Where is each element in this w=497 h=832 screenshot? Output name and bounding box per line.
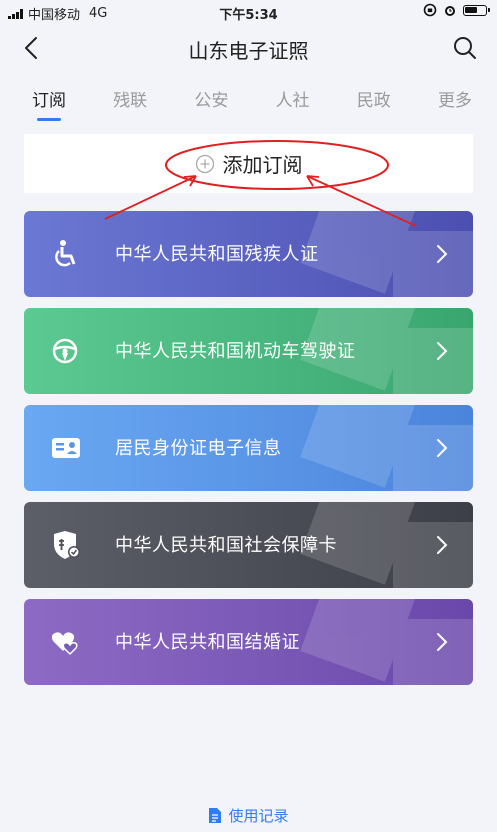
card-id-card[interactable]: 居民身份证电子信息 (24, 405, 473, 491)
steering-wheel-icon (52, 338, 78, 364)
card-label: 中华人民共和国结婚证 (115, 632, 300, 653)
card-disability-certificate[interactable]: 中华人民共和国残疾人证 (24, 211, 473, 297)
tab-public-security[interactable]: 公安 (184, 86, 238, 126)
nav-header: 山东电子证照 (0, 26, 497, 70)
add-subscription-button[interactable]: 添加订阅 (24, 134, 473, 193)
card-social-security[interactable]: 中华人民共和国社会保障卡 (24, 502, 473, 588)
hearts-icon (51, 632, 78, 656)
status-bar: 中国移动 4G 下午5:34 (0, 0, 497, 23)
category-tabs: 订阅 残联 公安 人社 民政 更多 (22, 86, 482, 126)
tab-disabled-federation[interactable]: 残联 (103, 86, 157, 126)
tab-civil-affairs[interactable]: 民政 (347, 86, 401, 126)
battery-icon (463, 4, 490, 16)
chevron-right-icon (437, 536, 448, 554)
rotation-lock-icon (423, 3, 437, 17)
social-security-shield-icon (54, 531, 80, 559)
chevron-right-icon (437, 342, 448, 360)
document-icon (209, 808, 222, 823)
tab-human-resources[interactable]: 人社 (266, 86, 320, 126)
chevron-right-icon (437, 245, 448, 263)
wheelchair-icon (55, 240, 76, 267)
usage-records-label: 使用记录 (228, 807, 289, 825)
id-card-icon (52, 438, 80, 458)
card-marriage-certificate[interactable]: 中华人民共和国结婚证 (24, 599, 473, 685)
card-label: 中华人民共和国社会保障卡 (115, 535, 337, 556)
card-label: 中华人民共和国机动车驾驶证 (115, 341, 356, 362)
alarm-icon (445, 6, 455, 16)
card-label: 居民身份证电子信息 (115, 438, 282, 459)
card-driving-license[interactable]: 中华人民共和国机动车驾驶证 (24, 308, 473, 394)
card-label: 中华人民共和国残疾人证 (115, 244, 319, 265)
chevron-right-icon (437, 439, 448, 457)
search-icon[interactable] (451, 34, 479, 62)
plus-circle-icon (195, 154, 214, 173)
tab-more[interactable]: 更多 (428, 86, 482, 126)
add-subscription-label: 添加订阅 (222, 153, 303, 177)
usage-records-link[interactable]: 使用记录 (0, 805, 497, 826)
chevron-right-icon (437, 633, 448, 651)
tab-subscribed[interactable]: 订阅 (22, 86, 76, 126)
page-title: 山东电子证照 (188, 39, 309, 63)
